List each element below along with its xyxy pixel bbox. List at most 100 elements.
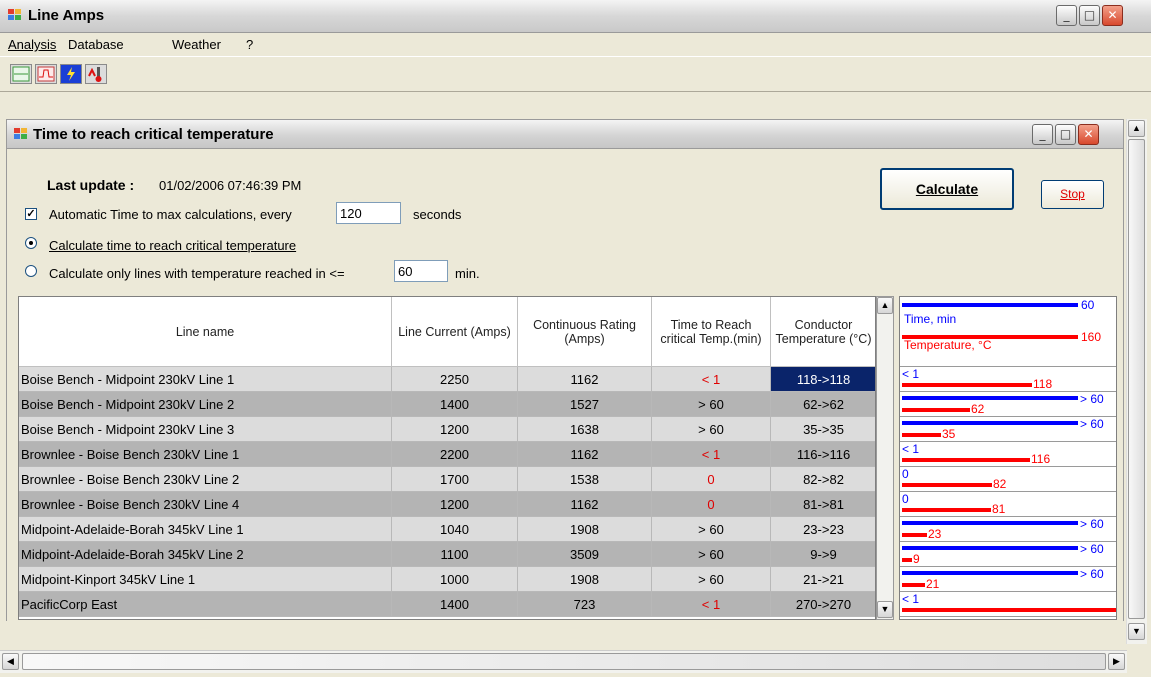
- vertical-scroll-thumb[interactable]: [1128, 139, 1145, 619]
- thermometer-icon[interactable]: [85, 64, 107, 84]
- cell-continuous-rating[interactable]: 1908: [518, 517, 652, 542]
- cell-line-current[interactable]: 2250: [392, 367, 518, 392]
- table-row[interactable]: Midpoint-Kinport 345kV Line 1 1000 1908 > 6…: [19, 567, 875, 592]
- cell-continuous-rating[interactable]: 3509: [518, 542, 652, 567]
- table-row[interactable]: Brownlee - Boise Bench 230kV Line 1 2200 1…: [19, 442, 875, 467]
- table-row[interactable]: Boise Bench - Midpoint 230kV Line 3 1200 1…: [19, 417, 875, 442]
- cell-conductor-temp[interactable]: 62->62: [771, 392, 875, 417]
- calc-only-radio[interactable]: [25, 265, 37, 277]
- wave-chart-icon[interactable]: [35, 64, 57, 84]
- cell-conductor-temp[interactable]: 21->21: [771, 567, 875, 592]
- cell-conductor-temp[interactable]: 9->9: [771, 542, 875, 567]
- cell-time-to-critical[interactable]: 0: [652, 492, 771, 517]
- col-header-conductor-temp[interactable]: Conductor Temperature (°C): [771, 297, 875, 367]
- cell-time-to-critical[interactable]: < 1: [652, 592, 771, 617]
- cell-time-to-critical[interactable]: > 60: [652, 417, 771, 442]
- auto-calc-checkbox[interactable]: ✓: [25, 208, 37, 220]
- grid-vertical-scrollbar[interactable]: ▲ ▼: [876, 296, 894, 620]
- cell-time-to-critical[interactable]: < 1: [652, 367, 771, 392]
- cell-time-to-critical[interactable]: > 60: [652, 392, 771, 417]
- cell-time-to-critical[interactable]: < 1: [652, 442, 771, 467]
- table-row[interactable]: Brownlee - Boise Bench 230kV Line 2 1700 1…: [19, 467, 875, 492]
- cell-line-current[interactable]: 1200: [392, 492, 518, 517]
- menu-weather[interactable]: Weather: [172, 37, 221, 52]
- cell-line-name[interactable]: Brownlee - Boise Bench 230kV Line 2: [19, 467, 392, 492]
- scroll-up-button[interactable]: ▲: [1128, 120, 1145, 137]
- stop-button[interactable]: Stop: [1041, 180, 1104, 209]
- cell-line-current[interactable]: 2200: [392, 442, 518, 467]
- cell-continuous-rating[interactable]: 1162: [518, 442, 652, 467]
- menu-analysis[interactable]: Analysis: [8, 37, 56, 52]
- cell-conductor-temp[interactable]: 35->35: [771, 417, 875, 442]
- horizontal-scroll-thumb[interactable]: [22, 653, 1106, 670]
- cell-line-name[interactable]: Boise Bench - Midpoint 230kV Line 3: [19, 417, 392, 442]
- maximize-button[interactable]: □: [1079, 5, 1100, 26]
- table-row[interactable]: Midpoint-Adelaide-Borah 345kV Line 1 1040…: [19, 517, 875, 542]
- table-row[interactable]: Midpoint-Adelaide-Borah 345kV Line 2 1100…: [19, 542, 875, 567]
- cell-line-current[interactable]: 1040: [392, 517, 518, 542]
- col-header-line-name[interactable]: Line name: [19, 297, 392, 367]
- cell-conductor-temp[interactable]: 270->270: [771, 592, 875, 617]
- main-vertical-scrollbar[interactable]: ▲ ▼: [1126, 119, 1147, 644]
- scroll-left-button[interactable]: ◀: [2, 653, 19, 670]
- cell-line-name[interactable]: PacificCorp East: [19, 592, 392, 617]
- lines-grid[interactable]: Line name Line Current (Amps) Continuous…: [18, 296, 876, 620]
- cell-continuous-rating[interactable]: 723: [518, 592, 652, 617]
- cell-conductor-temp[interactable]: 81->81: [771, 492, 875, 517]
- cell-continuous-rating[interactable]: 1538: [518, 467, 652, 492]
- cell-time-to-critical[interactable]: > 60: [652, 567, 771, 592]
- cell-line-name[interactable]: Brownlee - Boise Bench 230kV Line 4: [19, 492, 392, 517]
- cell-line-current[interactable]: 1700: [392, 467, 518, 492]
- cell-line-name[interactable]: Midpoint-Adelaide-Borah 345kV Line 1: [19, 517, 392, 542]
- grid-scroll-down-button[interactable]: ▼: [877, 601, 893, 618]
- calc-only-minutes-input[interactable]: [394, 260, 448, 282]
- cell-continuous-rating[interactable]: 1908: [518, 567, 652, 592]
- calculate-button[interactable]: Calculate: [880, 168, 1014, 210]
- cell-conductor-temp[interactable]: 82->82: [771, 467, 875, 492]
- cell-conductor-temp[interactable]: 118->118: [771, 367, 875, 392]
- auto-calc-interval-input[interactable]: [336, 202, 401, 224]
- cell-conductor-temp[interactable]: 23->23: [771, 517, 875, 542]
- cell-continuous-rating[interactable]: 1162: [518, 367, 652, 392]
- cell-line-name[interactable]: Boise Bench - Midpoint 230kV Line 2: [19, 392, 392, 417]
- cell-line-name[interactable]: Midpoint-Adelaide-Borah 345kV Line 2: [19, 542, 392, 567]
- menu-help[interactable]: ?: [246, 37, 253, 52]
- table-row[interactable]: Boise Bench - Midpoint 230kV Line 1 2250 1…: [19, 367, 875, 392]
- table-row[interactable]: Brownlee - Boise Bench 230kV Line 4 1200 1…: [19, 492, 875, 517]
- col-header-line-current[interactable]: Line Current (Amps): [392, 297, 518, 367]
- minimize-button[interactable]: _: [1056, 5, 1077, 26]
- cell-line-current[interactable]: 1000: [392, 567, 518, 592]
- window-title-bar[interactable]: Line Amps _ □ ✕: [0, 0, 1151, 33]
- cell-time-to-critical[interactable]: > 60: [652, 542, 771, 567]
- close-button[interactable]: ✕: [1102, 5, 1123, 26]
- cell-time-to-critical[interactable]: 0: [652, 467, 771, 492]
- child-window-title-bar[interactable]: Time to reach critical temperature _ □ ✕: [6, 119, 1124, 149]
- calc-all-radio[interactable]: [25, 237, 37, 249]
- cell-line-current[interactable]: 1100: [392, 542, 518, 567]
- cell-continuous-rating[interactable]: 1162: [518, 492, 652, 517]
- cell-time-to-critical[interactable]: > 60: [652, 517, 771, 542]
- calc-all-label[interactable]: Calculate time to reach critical tempera…: [49, 238, 296, 253]
- calc-only-label[interactable]: Calculate only lines with temperature re…: [49, 266, 345, 281]
- cell-conductor-temp[interactable]: 116->116: [771, 442, 875, 467]
- cell-line-name[interactable]: Boise Bench - Midpoint 230kV Line 1: [19, 367, 392, 392]
- cell-line-current[interactable]: 1400: [392, 592, 518, 617]
- cell-continuous-rating[interactable]: 1638: [518, 417, 652, 442]
- table-row[interactable]: PacificCorp East 1400 723 < 1 270->270: [19, 592, 875, 617]
- scroll-right-button[interactable]: ▶: [1108, 653, 1125, 670]
- line-chart-icon[interactable]: [10, 64, 32, 84]
- col-header-time-to-critical[interactable]: Time to Reach critical Temp.(min): [652, 297, 771, 367]
- main-horizontal-scrollbar[interactable]: ◀ ▶: [0, 650, 1127, 673]
- cell-line-current[interactable]: 1400: [392, 392, 518, 417]
- cell-line-current[interactable]: 1200: [392, 417, 518, 442]
- grid-scroll-up-button[interactable]: ▲: [877, 297, 893, 314]
- child-minimize-button[interactable]: _: [1032, 124, 1053, 145]
- child-maximize-button[interactable]: □: [1055, 124, 1076, 145]
- menu-database[interactable]: Database: [68, 37, 124, 52]
- scroll-down-button[interactable]: ▼: [1128, 623, 1145, 640]
- cell-line-name[interactable]: Brownlee - Boise Bench 230kV Line 1: [19, 442, 392, 467]
- lightning-icon[interactable]: [60, 64, 82, 84]
- table-row[interactable]: Boise Bench - Midpoint 230kV Line 2 1400 1…: [19, 392, 875, 417]
- cell-line-name[interactable]: Midpoint-Kinport 345kV Line 1: [19, 567, 392, 592]
- col-header-continuous-rating[interactable]: Continuous Rating (Amps): [518, 297, 652, 367]
